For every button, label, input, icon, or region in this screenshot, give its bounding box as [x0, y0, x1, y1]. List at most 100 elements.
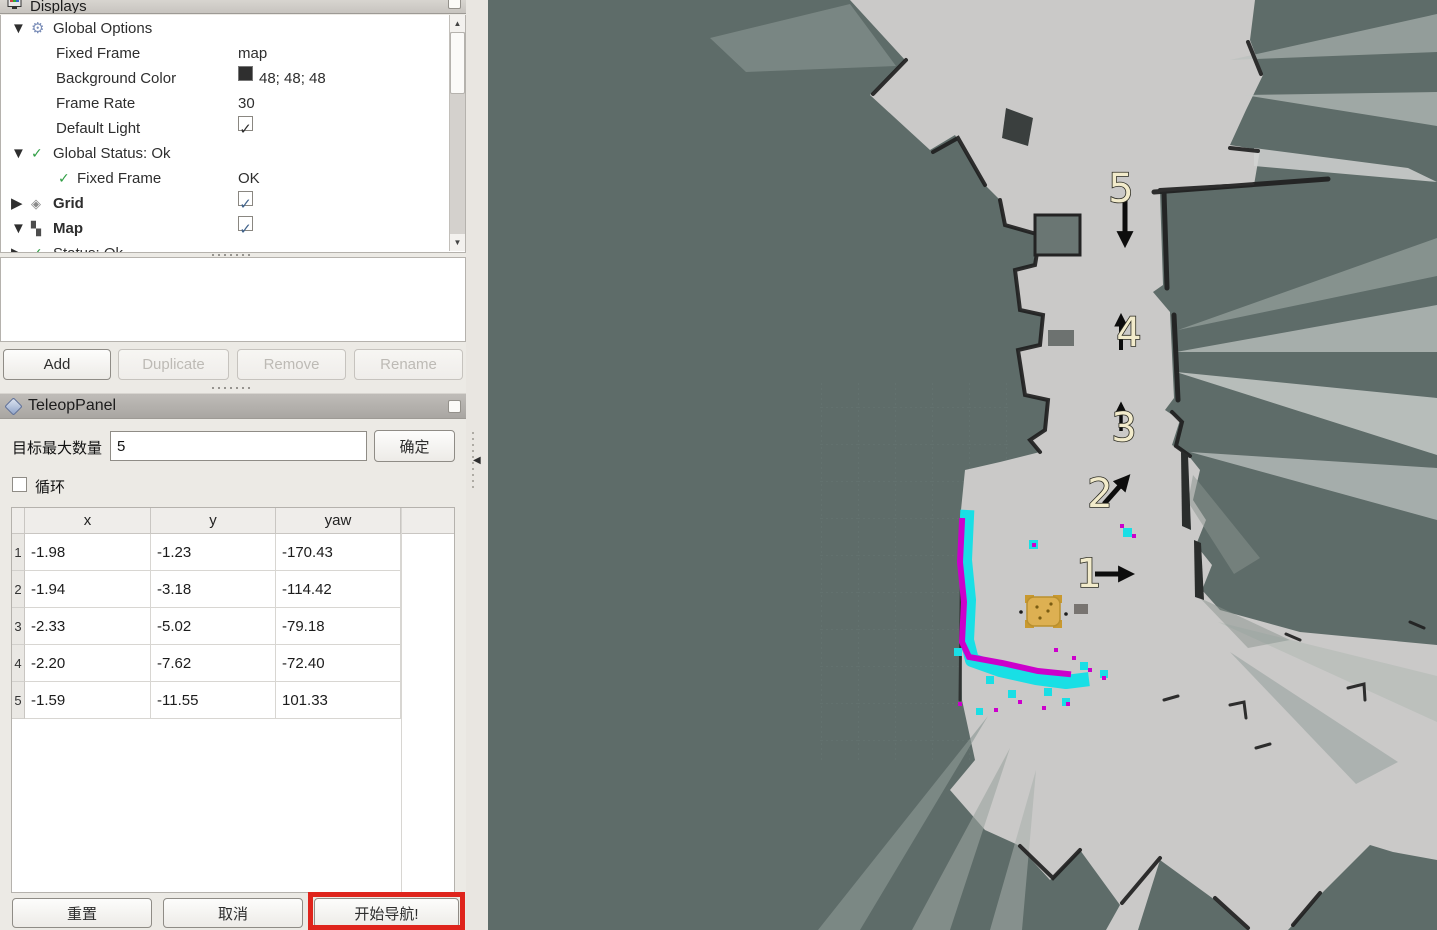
costmap-inflation-cell — [1044, 688, 1052, 696]
tree-row[interactable]: ▶◈Grid✓ — [1, 191, 449, 216]
costmap-inflation-cell — [1123, 528, 1132, 537]
remove-button[interactable]: Remove — [237, 349, 346, 380]
table-cell[interactable]: -7.62 — [151, 645, 276, 682]
row-header[interactable]: 5 — [12, 682, 25, 719]
render-view[interactable]: 12345 — [488, 0, 1437, 930]
table-cell[interactable]: -1.59 — [25, 682, 151, 719]
costmap-obstacle-cell — [1032, 543, 1036, 547]
scroll-up-icon[interactable]: ▲ — [450, 15, 465, 32]
displays-panel-title: Displays — [30, 0, 87, 14]
start-navigation-button[interactable]: 开始导航! — [314, 898, 459, 928]
tree-row[interactable]: Background Color 48; 48; 48 — [1, 66, 449, 91]
chevron-right-icon[interactable]: ▶ — [11, 241, 23, 253]
table-cell[interactable]: -79.18 — [276, 608, 401, 645]
duplicate-button[interactable]: Duplicate — [118, 349, 229, 380]
table-cell[interactable]: -114.42 — [276, 571, 401, 608]
table-cell[interactable]: -11.55 — [151, 682, 276, 719]
chevron-down-icon[interactable]: ▼ — [11, 141, 26, 166]
teleop-panel-title: TeleopPanel — [28, 397, 116, 415]
table-cell[interactable]: -170.43 — [276, 534, 401, 571]
costmap-inflation-cell — [954, 648, 962, 656]
max-goal-label: 目标最大数量 — [12, 437, 102, 458]
add-button[interactable]: Add — [3, 349, 111, 380]
displays-float-button[interactable] — [448, 0, 461, 9]
loop-checkbox[interactable] — [12, 477, 27, 492]
goal-label-5: 5 — [1108, 166, 1133, 212]
enabled-checkbox[interactable]: ✓ — [238, 216, 253, 231]
teleop-panel-icon — [4, 397, 22, 415]
tree-row-label: Frame Rate — [56, 91, 135, 116]
displays-icon — [7, 0, 22, 14]
table-cell[interactable]: -2.20 — [25, 645, 151, 682]
max-goal-input[interactable] — [110, 431, 367, 461]
goal-label-3: 3 — [1111, 405, 1136, 451]
table-cell[interactable]: 101.33 — [276, 682, 401, 719]
color-swatch[interactable] — [238, 66, 253, 81]
scroll-down-icon[interactable]: ▼ — [450, 234, 465, 251]
scroll-thumb[interactable] — [450, 32, 465, 94]
table-cell[interactable]: -72.40 — [276, 645, 401, 682]
tree-row-label: Global Options — [53, 16, 152, 41]
display-description-box[interactable] — [0, 257, 466, 342]
row-header[interactable]: 1 — [12, 534, 25, 571]
table-cell[interactable]: -1.98 — [25, 534, 151, 571]
waypoint-table[interactable]: xyyaw 1-1.98-1.23-170.43 2-1.94-3.18-114.… — [11, 507, 455, 893]
tree-row-label: Background Color — [56, 66, 176, 91]
tree-row[interactable]: ▼▚ Map ✓ — [1, 216, 449, 241]
enabled-checkbox[interactable]: ✓ — [238, 191, 253, 206]
row-header[interactable]: 4 — [12, 645, 25, 682]
table-cell[interactable]: -5.02 — [151, 608, 276, 645]
teleop-panel-titlebar[interactable]: TeleopPanel — [0, 393, 466, 419]
tree-row[interactable]: ▼✓ Global Status: Ok — [1, 141, 449, 166]
displays-tree[interactable]: ▼⚙Global OptionsFixed FramemapBackground… — [0, 15, 466, 253]
table-cell[interactable]: -2.33 — [25, 608, 151, 645]
tree-row-label: Global Status: Ok — [53, 141, 171, 166]
costmap-inflation-cell — [986, 676, 994, 684]
gear-icon: ⚙ — [31, 16, 44, 41]
column-header-x[interactable]: x — [25, 508, 151, 533]
costmap-obstacle-cell — [1066, 702, 1070, 706]
tree-row-value[interactable]: 48; 48; 48 — [259, 66, 326, 91]
chevron-down-icon[interactable]: ▼ — [11, 16, 26, 41]
column-header-yaw[interactable]: yaw — [276, 508, 401, 533]
chevron-right-icon[interactable]: ▶ — [11, 191, 23, 216]
tree-row-value[interactable]: OK — [238, 166, 260, 191]
tree-row-value[interactable]: map — [238, 41, 267, 66]
tree-row-label: Map — [53, 216, 83, 241]
tree-row[interactable]: ▼⚙ Global Options — [1, 16, 449, 41]
cancel-button[interactable]: 取消 — [163, 898, 303, 928]
confirm-button[interactable]: 确定 — [374, 430, 455, 462]
costmap-obstacle-cell — [1042, 706, 1046, 710]
table-cell[interactable]: -1.94 — [25, 571, 151, 608]
tree-row[interactable]: ✓Fixed FrameOK — [1, 166, 449, 191]
check-icon: ✓ — [31, 141, 43, 166]
tree-row-label: Grid — [53, 191, 84, 216]
map-canvas: 12345 — [488, 0, 1437, 930]
table-cell[interactable]: -3.18 — [151, 571, 276, 608]
costmap-inflation-cell — [1080, 662, 1088, 670]
column-header-y[interactable]: y — [151, 508, 276, 533]
tree-row-value[interactable]: 30 — [238, 91, 255, 116]
displays-panel-titlebar[interactable]: Displays — [0, 0, 466, 14]
teleop-float-button[interactable] — [448, 400, 461, 413]
splitter-handle[interactable] — [210, 386, 250, 390]
tree-row[interactable]: ▶ ✓ Status: Ok — [1, 241, 449, 253]
table-cell[interactable]: -1.23 — [151, 534, 276, 571]
row-header[interactable]: 2 — [12, 571, 25, 608]
tree-row-label: Status: Ok — [53, 241, 123, 253]
chevron-down-icon[interactable]: ▼ — [11, 216, 26, 241]
reset-button[interactable]: 重置 — [12, 898, 152, 928]
tree-row[interactable]: Fixed Framemap — [1, 41, 449, 66]
enabled-checkbox[interactable]: ✓ — [238, 116, 253, 131]
goal-label-1: 1 — [1076, 551, 1101, 597]
collapse-arrow-icon[interactable]: ◀ — [473, 455, 481, 466]
tree-row[interactable]: Default Light✓ — [1, 116, 449, 141]
tree-row[interactable]: Frame Rate 30 — [1, 91, 449, 116]
tree-scrollbar[interactable]: ▲ ▼ — [449, 15, 465, 251]
costmap-obstacle-cell — [1132, 534, 1136, 538]
check-icon: ✓ — [31, 241, 43, 253]
rename-button[interactable]: Rename — [354, 349, 463, 380]
map-icon: ▚ — [31, 216, 41, 241]
table-corner — [12, 508, 25, 533]
row-header[interactable]: 3 — [12, 608, 25, 645]
